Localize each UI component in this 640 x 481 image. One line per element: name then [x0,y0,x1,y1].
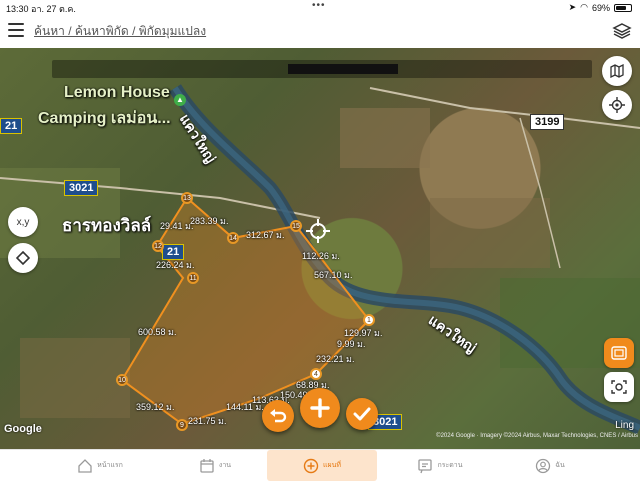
ling-label: Ling [615,420,634,431]
tab-label: หน้าแรก [97,462,123,469]
distance-label: 29.41 ม. [160,221,194,231]
google-logo: Google [4,423,42,435]
screenshot-button[interactable] [604,372,634,402]
plot-vertex[interactable]: 1 [363,314,375,326]
poi-name-thai[interactable]: Camping เลม่อน... [38,106,171,131]
distance-label: 226.24 ม. [156,260,195,270]
top-bar: ค้นหา / ค้นหาพิกัด / พิกัดมุมแปลง [0,14,640,49]
plot-vertex[interactable]: 11 [187,272,199,284]
tab-me[interactable]: ฉัน [520,450,580,481]
village-label: ธารทองวิลล์ [62,216,152,235]
plot-vertex[interactable]: 14 [227,232,239,244]
confirm-button[interactable] [346,398,378,430]
add-point-button[interactable] [300,388,340,428]
status-indicators: ➤ ◠ 69% [569,2,632,13]
layers-icon[interactable] [612,21,632,41]
date-text: อา. 27 ต.ค. [31,4,76,14]
battery-icon [614,3,632,12]
plot-vertex[interactable]: 12 [152,240,164,252]
map-attribution[interactable]: ©2024 Google · Imagery ©2024 Airbus, Max… [436,433,638,439]
user-icon [536,458,551,473]
distance-label: 231.75 ม. [188,416,227,426]
map-icon [610,64,624,78]
check-icon [353,407,371,421]
plot-vertex[interactable]: 15 [290,220,302,232]
distance-label: 600.58 ม. [138,327,177,337]
map-plus-icon [303,458,319,473]
calendar-icon [200,458,214,473]
distance-label: 359.12 ม. [136,402,175,412]
tab-label: กระดาน [437,462,463,469]
plot-info-button[interactable] [604,338,634,368]
camera-icon [611,380,627,394]
bottom-tab-bar: หน้าแรก งาน แผนที่ กระดาน ฉัน [0,449,640,481]
time-text: 13:30 [6,4,29,14]
crosshair-icon [306,219,330,243]
tab-home[interactable]: หน้าแรก [60,450,140,481]
breadcrumb[interactable]: ค้นหา / ค้นหาพิกัด / พิกัดมุมแปลง [34,22,206,41]
battery-percent: 69% [591,2,610,13]
wifi-icon: ◠ [580,2,588,12]
poi-name[interactable]: Lemon House [64,84,170,102]
road-badge-21: 21 [0,118,23,134]
status-bar: 13:30 อา. 27 ต.ค. ••• ➤ ◠ 69% [0,0,640,14]
field-patch [430,198,550,268]
satellite-map[interactable]: Lemon House Camping เลม่อน... ▲ แควใหญ่ … [0,48,640,449]
diamond-icon [16,251,30,265]
tab-label: แผนที่ [322,462,341,469]
home-icon [78,458,92,473]
redacted-text [288,64,398,74]
coordinate-xy-button[interactable]: x,y [8,207,38,237]
road-badge-3021: 3021 [64,180,99,196]
field-patch [340,108,430,168]
tab-label: ฉัน [555,462,565,469]
road-badge-3199: 3199 [530,114,565,130]
location-icon: ➤ [568,2,577,12]
distance-label: 232.21 ม. [316,354,355,364]
undo-icon [270,409,287,423]
campground-icon[interactable]: ▲ [174,94,186,106]
compass-button[interactable] [8,243,38,273]
tab-label: งาน [218,462,232,469]
my-location-button[interactable] [602,90,632,120]
tab-map[interactable]: แผนที่ [267,450,377,481]
locate-icon [609,97,625,113]
plot-vertex[interactable]: 9 [176,419,188,431]
distance-label: 312.67 ม. [246,230,285,240]
undo-button[interactable] [262,400,294,432]
distance-label: 283.39 ม. [190,216,229,226]
tab-board[interactable]: กระดาน [400,450,480,481]
distance-label: 112.26 ม. [302,251,340,261]
plus-icon [310,398,330,418]
xy-label: x,y [16,216,30,228]
multitask-dots[interactable]: ••• [312,0,326,11]
field-patch [20,338,130,418]
card-icon [611,346,627,360]
distance-label: 9.99 ม. [337,339,366,349]
menu-icon[interactable] [8,23,24,37]
distance-label: 567.10 ม. [314,270,353,280]
map-type-button[interactable] [602,56,632,86]
tab-jobs[interactable]: งาน [180,450,250,481]
board-icon [418,458,433,473]
search-overlay[interactable] [52,60,592,78]
plot-vertex[interactable]: 13 [181,192,193,204]
plot-vertex[interactable]: 10 [116,374,128,386]
